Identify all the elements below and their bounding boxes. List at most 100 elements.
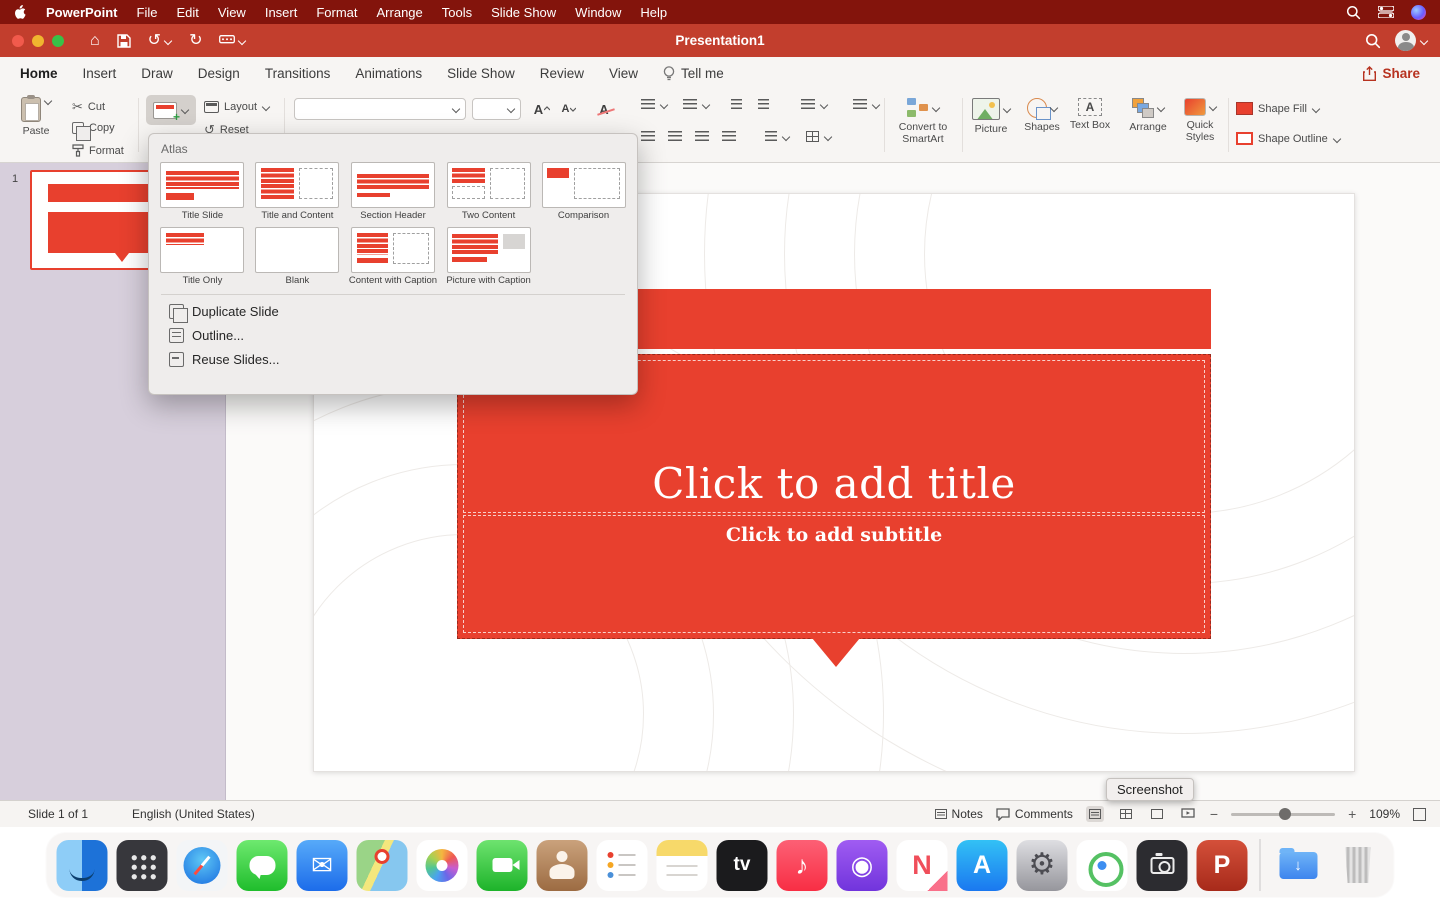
dock-icon-safari[interactable]	[177, 840, 228, 891]
account-button[interactable]	[1395, 30, 1428, 51]
align-center-button[interactable]	[668, 131, 682, 142]
picture-button[interactable]: Picture	[968, 98, 1014, 135]
subtitle-placeholder[interactable]: Click to add subtitle	[463, 515, 1205, 633]
tab-insert[interactable]: Insert	[83, 66, 117, 81]
control-center-icon[interactable]	[1378, 6, 1394, 18]
comments-button[interactable]: Comments	[996, 807, 1073, 821]
menu-slide-show[interactable]: Slide Show	[491, 5, 556, 20]
menu-arrange[interactable]: Arrange	[377, 5, 423, 20]
dock-icon-reminders[interactable]	[597, 840, 648, 891]
menu-file[interactable]: File	[137, 5, 158, 20]
text-box-button[interactable]: A Text Box	[1068, 98, 1112, 131]
redo-button[interactable]: ↻	[189, 33, 202, 49]
shape-fill-button[interactable]: Shape Fill	[1236, 102, 1320, 115]
format-painter-button[interactable]: Format	[72, 144, 124, 157]
layout-option-comparison[interactable]: Comparison	[540, 162, 627, 221]
menu-help[interactable]: Help	[640, 5, 667, 20]
dock-icon-trash[interactable]	[1333, 840, 1384, 891]
menu-format[interactable]: Format	[316, 5, 357, 20]
clear-formatting-button[interactable]: A	[592, 98, 616, 120]
columns-button[interactable]	[806, 131, 832, 142]
language-label[interactable]: English (United States)	[132, 807, 255, 821]
fit-slide-button[interactable]	[1413, 808, 1426, 821]
dock-icon-app-store[interactable]: A	[957, 840, 1008, 891]
duplicate-slide-item[interactable]: Duplicate Slide	[159, 299, 627, 323]
dock-icon-screenshot[interactable]	[1137, 840, 1188, 891]
titlebar-search-icon[interactable]	[1365, 33, 1381, 49]
tab-design[interactable]: Design	[198, 66, 240, 81]
layout-option-title-slide[interactable]: Title Slide	[159, 162, 246, 221]
tab-home[interactable]: Home	[20, 66, 58, 81]
close-window-button[interactable]	[12, 35, 24, 47]
arrange-button[interactable]: Arrange	[1124, 98, 1172, 133]
paste-button[interactable]: Paste	[14, 97, 58, 137]
slide-sorter-view-button[interactable]	[1117, 806, 1135, 822]
dock-icon-mail[interactable]: ✉	[297, 840, 348, 891]
tab-animations[interactable]: Animations	[355, 66, 422, 81]
menubar-search-icon[interactable]	[1346, 5, 1361, 20]
dock-icon-powerpoint[interactable]: P	[1197, 840, 1248, 891]
zoom-slider-knob[interactable]	[1279, 808, 1291, 820]
dock-icon-contacts[interactable]	[537, 840, 588, 891]
font-size-combo[interactable]	[472, 98, 521, 120]
apple-menu-icon[interactable]	[14, 5, 27, 20]
undo-button[interactable]: ↺	[148, 33, 172, 49]
zoom-out-button[interactable]: −	[1210, 806, 1218, 822]
layout-option-title-and-content[interactable]: Title and Content	[254, 162, 341, 221]
font-name-combo[interactable]	[294, 98, 466, 120]
outline-item[interactable]: Outline...	[159, 323, 627, 347]
align-left-button[interactable]	[641, 131, 655, 142]
share-button[interactable]: Share	[1363, 66, 1420, 81]
decrease-indent-button[interactable]	[731, 99, 742, 110]
align-right-button[interactable]	[695, 131, 709, 142]
layout-option-two-content[interactable]: Two Content	[445, 162, 532, 221]
zoom-slider[interactable]	[1231, 813, 1335, 816]
quick-styles-button[interactable]: Quick Styles	[1176, 98, 1224, 143]
normal-view-button[interactable]	[1086, 806, 1104, 822]
home-button[interactable]: ⌂	[90, 33, 100, 49]
layout-option-picture-with-caption[interactable]: Picture with Caption	[445, 227, 532, 286]
cut-button[interactable]: ✂ Cut	[72, 100, 105, 113]
zoom-in-button[interactable]: +	[1348, 806, 1356, 822]
line-spacing-button[interactable]	[801, 99, 828, 110]
menu-view[interactable]: View	[218, 5, 246, 20]
layout-option-section-header[interactable]: Section Header	[349, 162, 437, 221]
dock-icon-podcasts[interactable]: ◉	[837, 840, 888, 891]
vertical-align-button[interactable]	[765, 131, 790, 142]
zoom-window-button[interactable]	[52, 35, 64, 47]
menubar-app-name[interactable]: PowerPoint	[46, 5, 118, 20]
tab-transitions[interactable]: Transitions	[265, 66, 331, 81]
minimize-window-button[interactable]	[32, 35, 44, 47]
layout-button[interactable]: Layout	[204, 101, 270, 113]
dock-icon-launchpad[interactable]	[117, 840, 168, 891]
layout-option-blank[interactable]: Blank	[254, 227, 341, 286]
notes-button[interactable]: Notes	[935, 807, 983, 821]
tell-me-button[interactable]: Tell me	[663, 66, 724, 81]
grow-font-button[interactable]: A	[530, 98, 554, 120]
dock-icon-music[interactable]: ♪	[777, 840, 828, 891]
convert-to-smartart-button[interactable]: Convert to SmartArt	[890, 98, 956, 145]
dock-icon-news[interactable]: N	[897, 840, 948, 891]
siri-icon[interactable]	[1411, 5, 1426, 20]
menu-window[interactable]: Window	[575, 5, 621, 20]
reuse-slides-item[interactable]: Reuse Slides...	[159, 347, 627, 371]
menu-insert[interactable]: Insert	[265, 5, 298, 20]
tab-slide-show[interactable]: Slide Show	[447, 66, 515, 81]
shapes-button[interactable]: Shapes	[1020, 98, 1064, 133]
slideshow-view-button[interactable]	[1179, 806, 1197, 822]
dock-icon-downloads[interactable]: ↓	[1273, 840, 1324, 891]
reading-view-button[interactable]	[1148, 806, 1166, 822]
customize-toolbar-button[interactable]	[219, 35, 246, 47]
zoom-level-label[interactable]: 109%	[1369, 807, 1400, 821]
dock-icon-photos[interactable]	[417, 840, 468, 891]
shape-outline-button[interactable]: Shape Outline	[1236, 132, 1341, 145]
dock-icon-facetime[interactable]	[477, 840, 528, 891]
increase-indent-button[interactable]	[758, 99, 769, 110]
copy-button[interactable]: Copy	[72, 122, 115, 134]
text-direction-button[interactable]	[853, 99, 880, 110]
save-button[interactable]	[117, 34, 131, 48]
layout-option-title-only[interactable]: Title Only	[159, 227, 246, 286]
tab-review[interactable]: Review	[540, 66, 584, 81]
dock-icon-find-my[interactable]	[1077, 840, 1128, 891]
layout-option-content-with-caption[interactable]: Content with Caption	[349, 227, 437, 286]
